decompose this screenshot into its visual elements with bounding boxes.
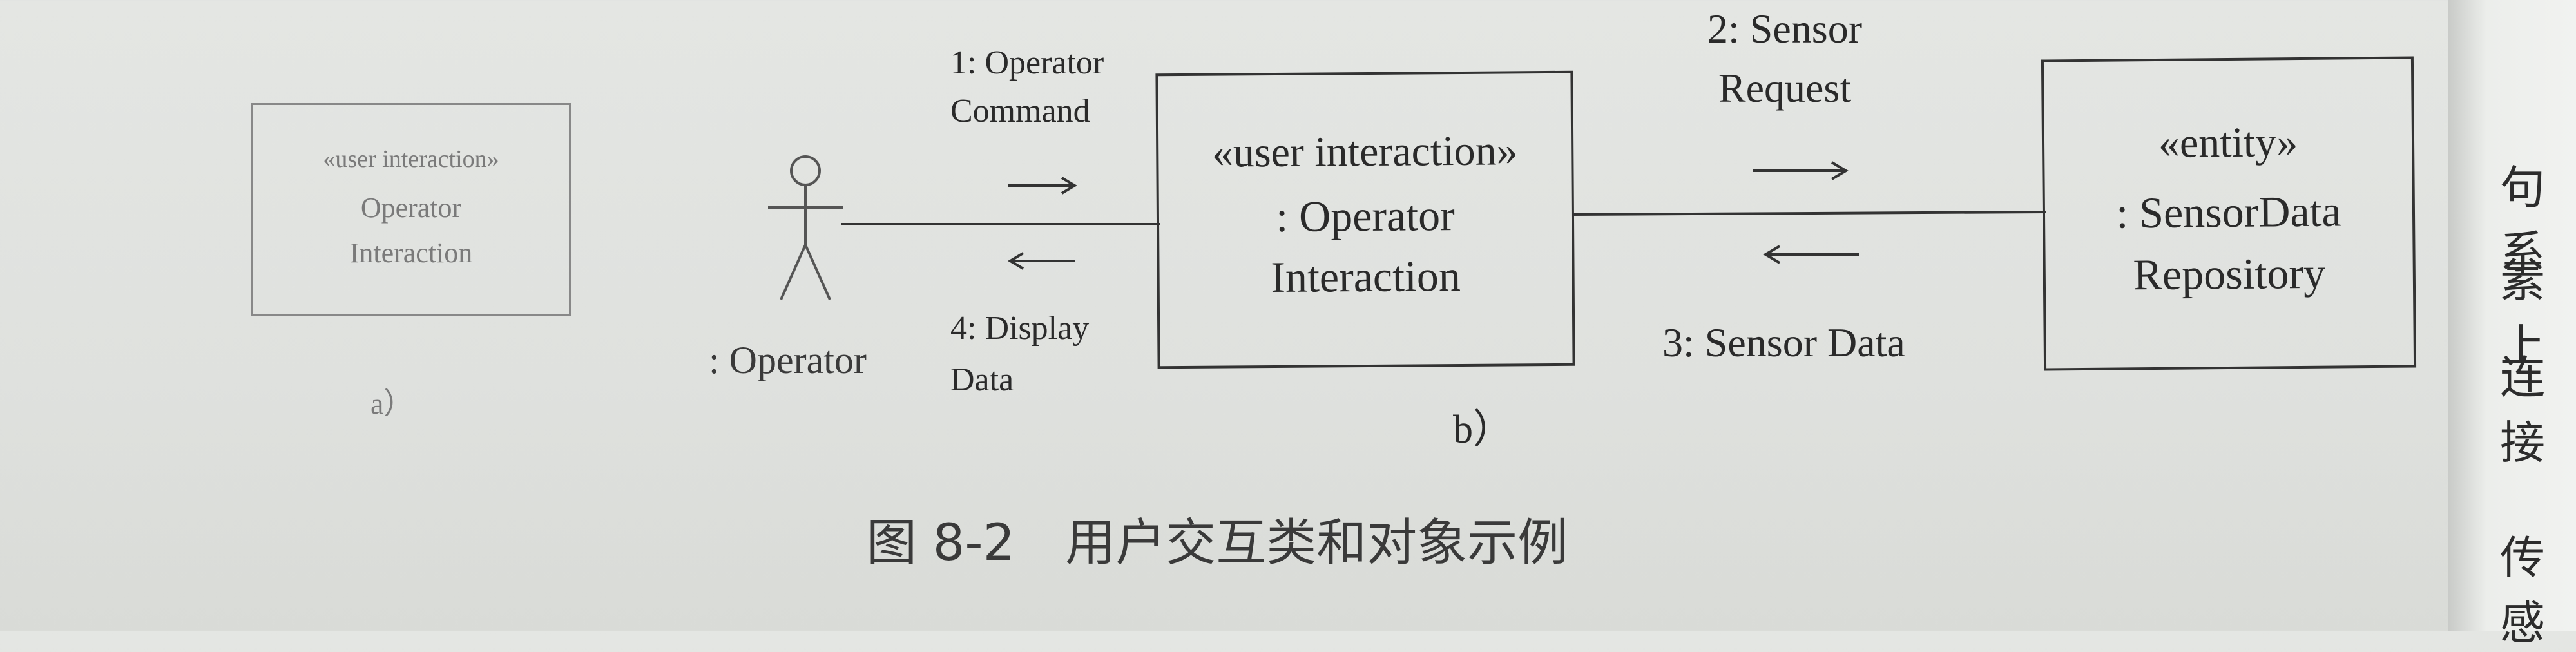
message-2-label-line2: Request: [1718, 65, 1852, 111]
object-box-sensordata-repository: «entity» : SensorData Repository: [2041, 56, 2417, 371]
object-name-line2: Repository: [2133, 248, 2326, 300]
message-2-label-line1: 2: Sensor: [1707, 6, 1862, 52]
message-1-label-line2: Command: [950, 93, 1090, 129]
figure-caption: 图 8-2 用户交互类和对象示例: [867, 514, 1568, 572]
side-text-fragment: 传感: [2500, 532, 2545, 649]
object-name-line1: : Operator: [1275, 191, 1455, 241]
message-4-label-line1: 4: Display: [950, 310, 1090, 347]
arrow-right-icon: [1753, 161, 1849, 180]
object-box-operator-interaction: «user interaction» : Operator Interactio…: [1155, 70, 1575, 369]
side-text-fragment: 连接: [2500, 351, 2545, 469]
message-4-label-line2: Data: [950, 361, 1014, 398]
object-name-line1: : SensorData: [2115, 186, 2341, 238]
arrow-right-icon: [1008, 177, 1077, 195]
message-1-label-line1: 1: Operator: [950, 44, 1104, 81]
link-interaction-entity: [1572, 211, 2046, 216]
arrow-left-icon: [1763, 245, 1859, 264]
object-name-line2: Interaction: [1271, 251, 1461, 302]
class-name-line1: Operator: [360, 192, 462, 224]
arrow-left-icon: [1008, 252, 1075, 270]
class-box-operator-interaction: «user interaction» Operator Interaction: [251, 103, 571, 316]
actor-icon: [768, 155, 843, 300]
stereotype-label: «user interaction»: [1211, 127, 1518, 177]
actor-label: : Operator: [709, 339, 867, 381]
stereotype-label: «user interaction»: [323, 146, 499, 173]
class-name-line2: Interaction: [349, 237, 473, 269]
caption-b: b）: [1453, 408, 1514, 452]
caption-a: a）: [370, 387, 414, 420]
stereotype-label: «entity»: [2158, 119, 2298, 167]
message-3-label: 3: Sensor Data: [1662, 320, 1905, 365]
